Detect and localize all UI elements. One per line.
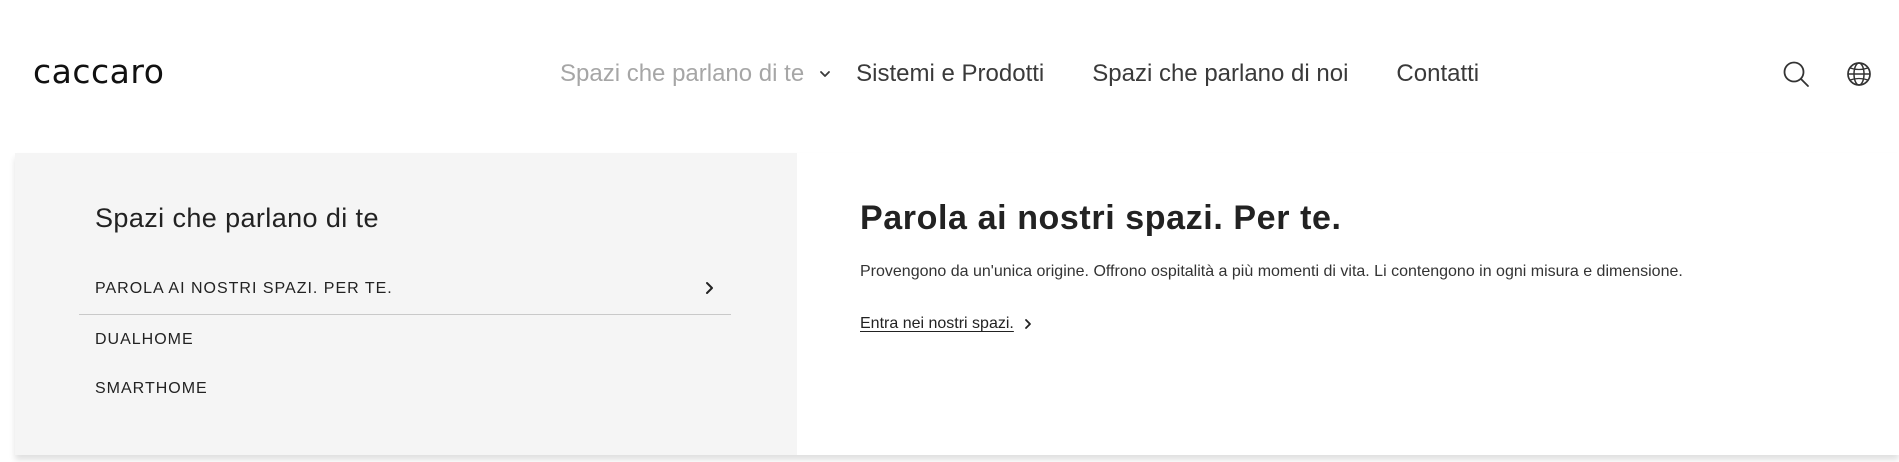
nav-item-spazi-che-parlano-di-te[interactable]: Spazi che parlano di te — [560, 58, 804, 90]
menu-item-label: DUALHOME — [95, 330, 194, 348]
dropdown-left-column: Spazi che parlano di te PAROLA AI NOSTRI… — [15, 153, 797, 455]
feature-title: Parola ai nostri spazi. Per te. — [860, 199, 1342, 237]
dropdown-menu-list: PAROLA AI NOSTRI SPAZI. PER TE. DUALHOME… — [79, 263, 731, 413]
menu-item-parola-ai-nostri-spazi[interactable]: PAROLA AI NOSTRI SPAZI. PER TE. — [79, 263, 731, 315]
mega-menu-dropdown: Spazi che parlano di te PAROLA AI NOSTRI… — [15, 153, 1899, 455]
nav-item-spazi-che-parlano-di-noi[interactable]: Spazi che parlano di noi — [1092, 58, 1348, 90]
menu-item-dualhome[interactable]: DUALHOME — [79, 315, 731, 364]
chevron-down-icon[interactable] — [814, 63, 836, 85]
feature-link-label: Entra nei nostri spazi. — [860, 315, 1014, 332]
site-header: caccaro Spazi che parlano di te Sistemi … — [0, 0, 1899, 150]
nav-item-sistemi-e-prodotti[interactable]: Sistemi e Prodotti — [856, 58, 1044, 90]
menu-item-smarthome[interactable]: SMARTHOME — [79, 364, 731, 413]
search-icon[interactable] — [1780, 58, 1812, 90]
feature-link[interactable]: Entra nei nostri spazi. — [860, 313, 1034, 335]
dropdown-section-title: Spazi che parlano di te — [95, 203, 379, 233]
main-nav: Spazi che parlano di te Sistemi e Prodot… — [560, 58, 1479, 90]
nav-item-contatti[interactable]: Contatti — [1396, 58, 1479, 90]
brand-logo[interactable]: caccaro — [33, 52, 164, 92]
chevron-right-icon — [1024, 319, 1031, 329]
menu-item-label: SMARTHOME — [95, 379, 208, 397]
chevron-right-icon — [706, 282, 713, 294]
globe-icon[interactable] — [1843, 58, 1875, 90]
menu-item-label: PAROLA AI NOSTRI SPAZI. PER TE. — [95, 279, 393, 297]
feature-description: Provengono da un'unica origine. Offrono … — [860, 263, 1683, 280]
